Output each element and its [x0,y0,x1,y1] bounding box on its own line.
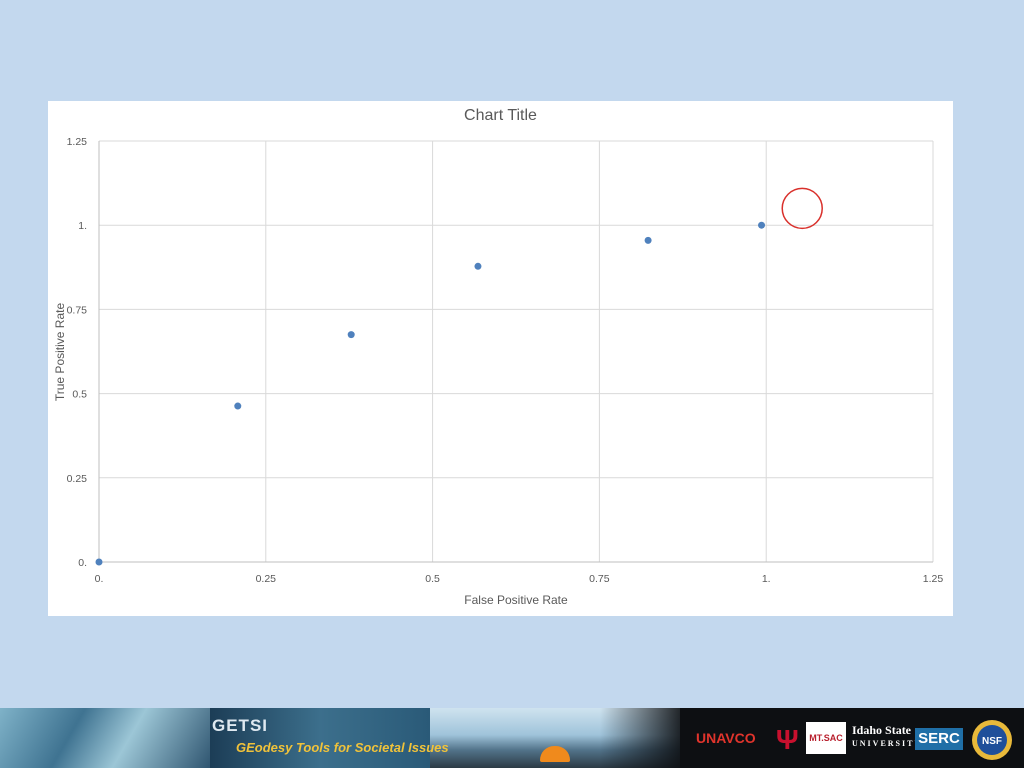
footer-banner: GETSI GEodesy Tools for Societal Issues … [0,708,1024,768]
y-tick-label: 0. [78,557,87,569]
annotation-circle [781,187,823,230]
mtsac-logo: MT.SAC [806,722,846,754]
chart-panel: 0. 0.25 0.5 0.75 1. 1.25 0. 0.25 0.5 0.75 1. 1.25 F… [48,101,953,616]
iu-logo-icon: Ψ [776,724,799,755]
nsf-logo-text: NSF [982,736,1002,747]
axes [98,141,933,563]
y-tick-label: 0.25 [67,473,88,485]
tick-labels: 0. 0.25 0.5 0.75 1. 1.25 0. 0.25 0.5 0.75 1. 1.25 [67,136,944,585]
chart-title: Chart Title [464,107,537,124]
x-tick-label: 0. [95,573,104,585]
serc-logo: SERC [915,728,963,750]
x-tick-label: 1.25 [923,573,944,585]
getsi-tagline: GEodesy Tools for Societal Issues [236,740,449,755]
x-tick-label: 1. [762,573,771,585]
data-point [474,262,482,270]
data-point [758,221,766,229]
y-tick-label: 0.75 [67,304,88,316]
idaho-state-logo-line1: Idaho State [852,723,912,737]
getsi-logo-text: GETSI [212,716,269,735]
y-axis-title: True Positive Rate [53,303,67,402]
x-axis-title: False Positive Rate [464,593,568,607]
x-tick-label: 0.25 [256,573,277,585]
idaho-state-logo: Idaho State UNIVERSITY [852,724,922,750]
x-tick-label: 0.5 [425,573,440,585]
data-point [347,331,355,339]
y-tick-label: 1. [78,220,87,232]
scatter-chart: 0. 0.25 0.5 0.75 1. 1.25 0. 0.25 0.5 0.75 1. 1.25 F… [53,136,944,607]
annotations [781,187,823,230]
y-tick-label: 0.5 [72,389,87,401]
data-point [644,236,652,244]
footer-fade [600,708,690,768]
y-tick-label: 1.25 [67,136,88,148]
grid-lines [99,140,934,562]
idaho-state-logo-line2: UNIVERSITY [852,739,923,748]
nsf-logo-icon: NSF [972,720,1012,760]
x-tick-label: 0.75 [589,573,610,585]
unavco-logo: UNAVCO [696,730,756,746]
footer-photo-field-team [0,708,210,768]
data-point [95,558,103,566]
data-point [234,402,242,410]
